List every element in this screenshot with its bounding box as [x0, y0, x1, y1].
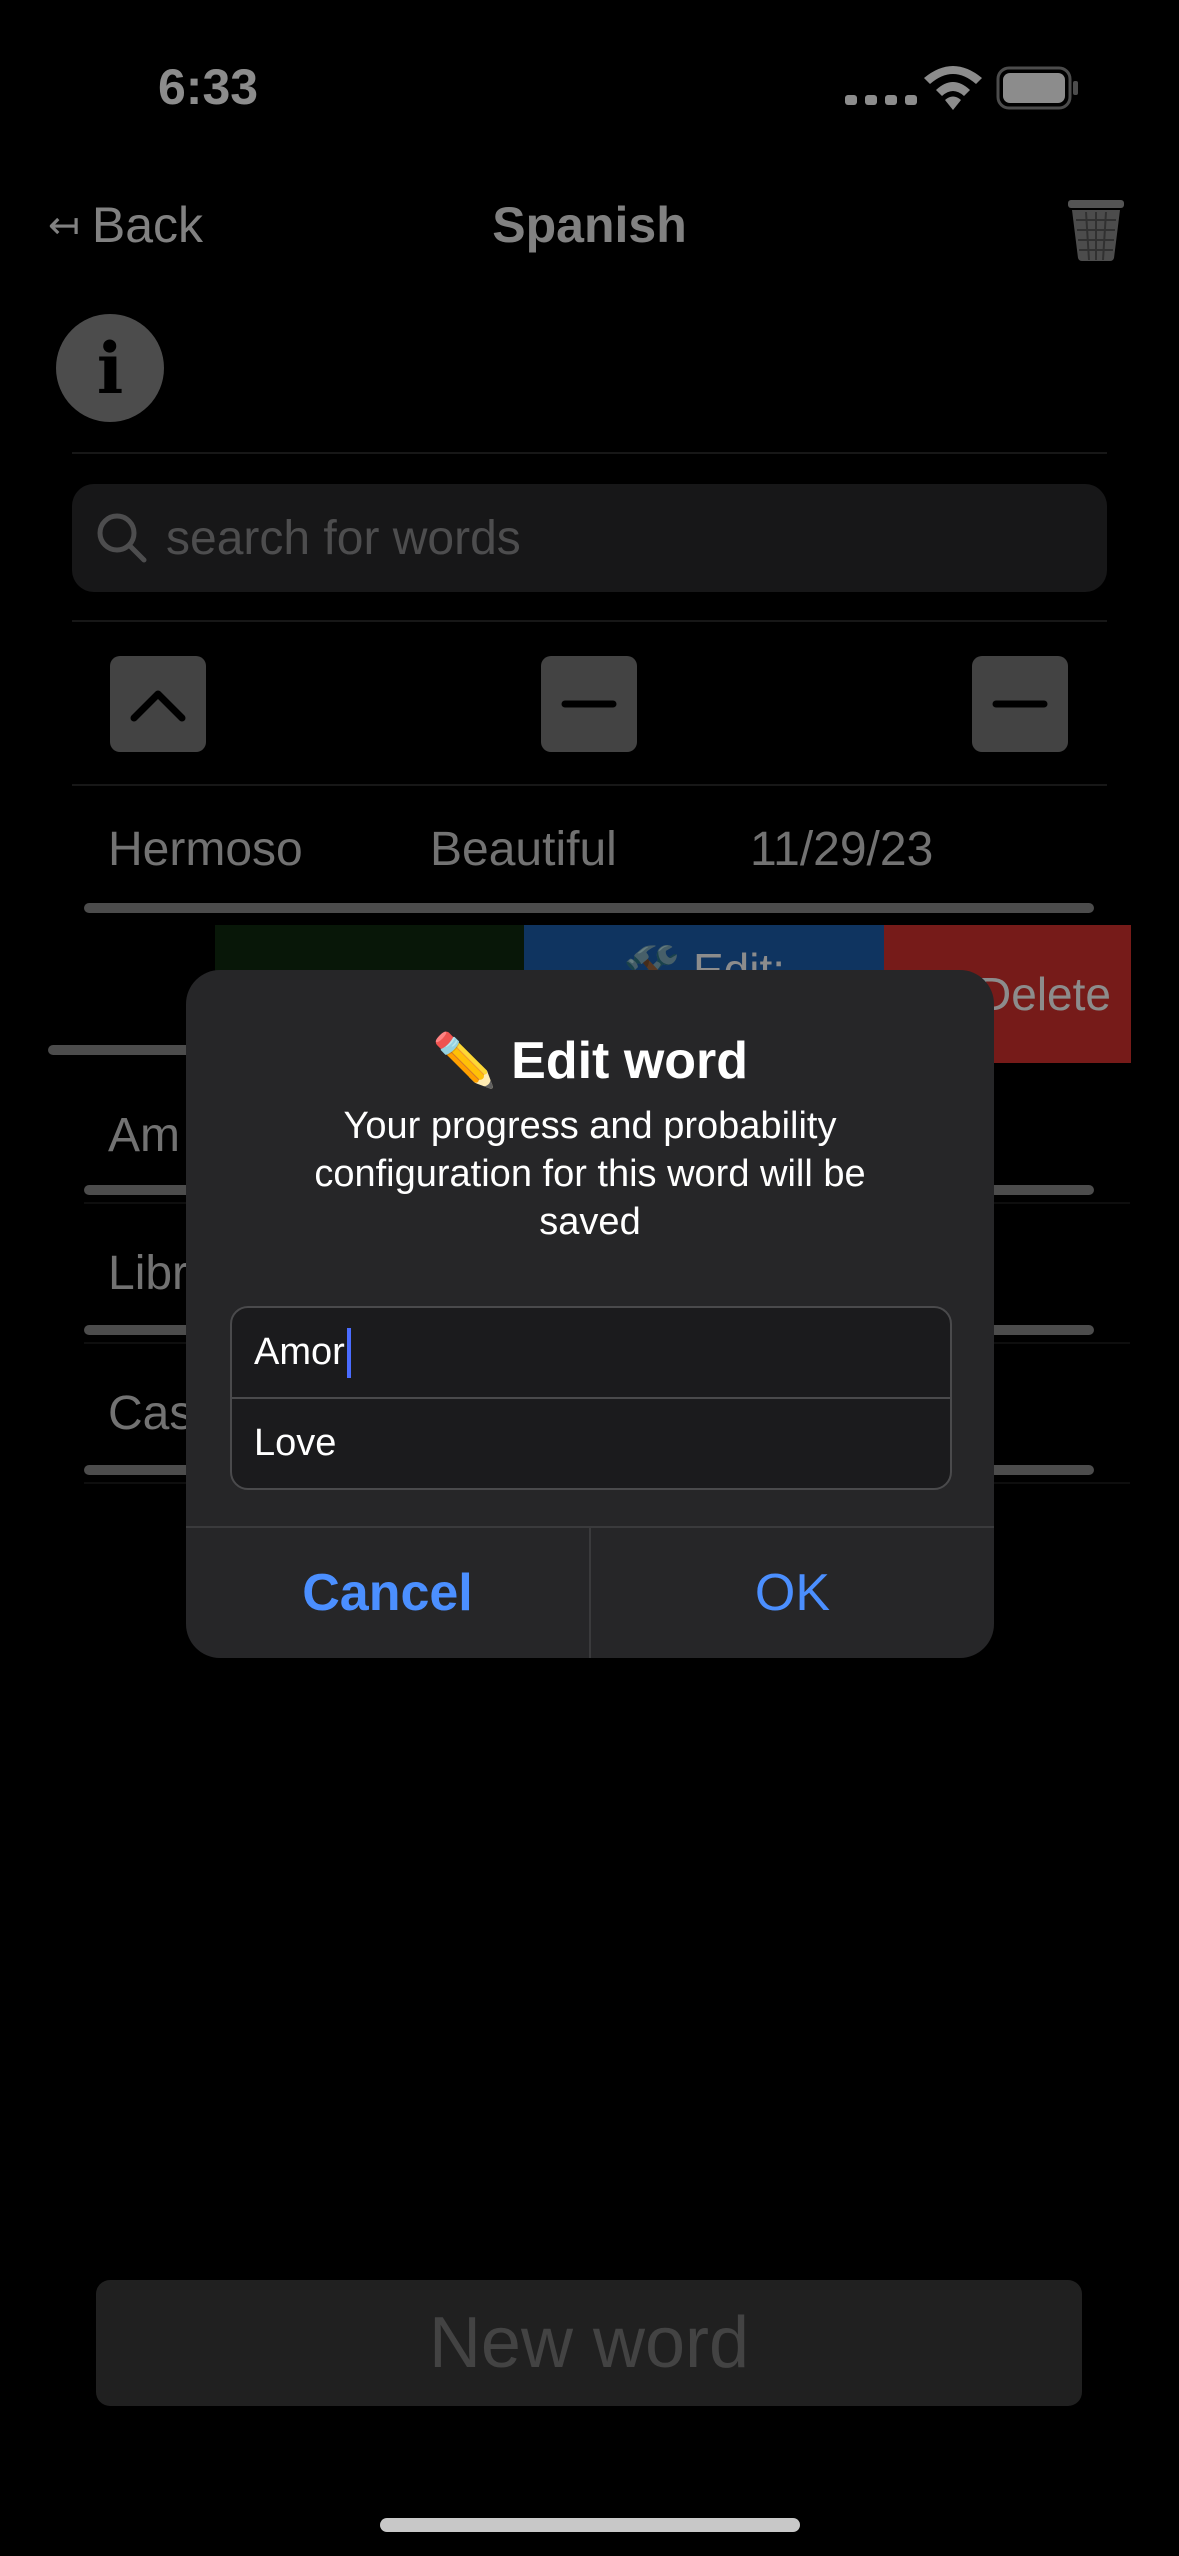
text-cursor	[346, 1327, 351, 1378]
translation-field[interactable]: Love	[232, 1399, 950, 1488]
alert-title: ✏️ Edit word	[431, 1032, 749, 1090]
cancel-button[interactable]: Cancel	[186, 1528, 589, 1658]
word-field[interactable]: Amor	[232, 1308, 950, 1397]
alert-fields: Amor Love	[230, 1306, 952, 1490]
alert-message: Your progress and probability configurat…	[314, 1105, 866, 1243]
ok-button[interactable]: OK	[591, 1528, 994, 1658]
translation-field-value: Love	[254, 1422, 337, 1464]
edit-word-alert: ✏️ Edit word Your progress and probabili…	[186, 970, 994, 1658]
word-field-value: Amor	[254, 1331, 345, 1373]
home-indicator[interactable]	[380, 2518, 800, 2532]
